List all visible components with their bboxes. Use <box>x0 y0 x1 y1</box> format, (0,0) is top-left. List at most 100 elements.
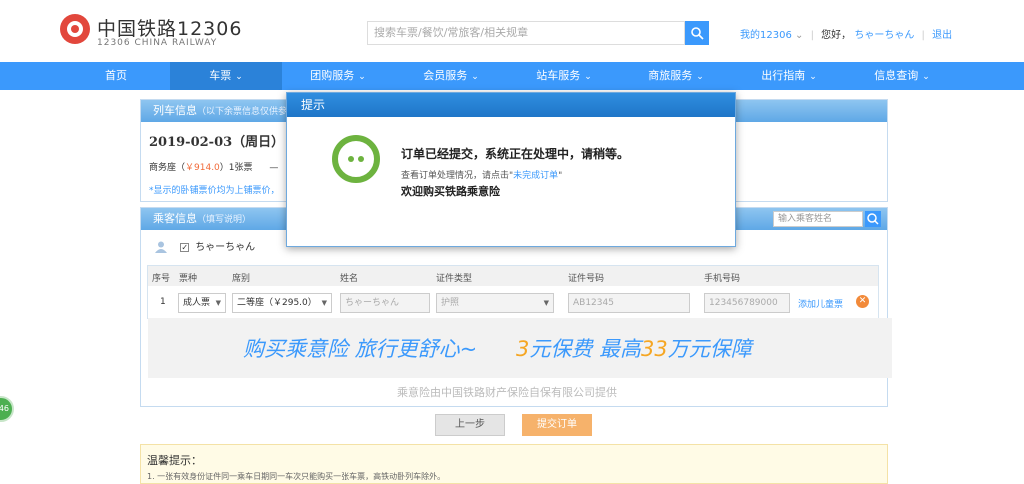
dropdown-arrow-icon: ▼ <box>215 299 221 307</box>
seat-label: 商务座（ <box>149 163 186 173</box>
nav-item-info[interactable]: 信息查询 ⌄ <box>846 62 958 90</box>
col-no: 序号 <box>152 274 171 284</box>
nav-item-guide[interactable]: 出行指南 ⌄ <box>733 62 845 90</box>
top-links: 我的12306 ⌄ | 您好， ちゃーちゃん | 退出 <box>740 26 952 41</box>
chevron-down-icon: ⌄ <box>471 72 479 82</box>
id-number-field[interactable]: AB12345 <box>568 293 690 313</box>
nav-item-group[interactable]: 团购服务 ⌄ <box>282 62 394 90</box>
tips-text: 1. 一张有效身份证件同一乘车日期同一车次只能购买一张车票，高铁动卧列车除外。 <box>147 472 446 481</box>
insurance-coverage-text: 万元保障 <box>667 337 752 361</box>
passenger-select: ✓ ちゃーちゃん <box>155 238 255 253</box>
unfinished-orders-link[interactable]: 未完成订单 <box>513 171 558 181</box>
insurance-premium-text: 元保费 最高 <box>529 337 642 361</box>
id-type-value: 护照 <box>441 298 460 308</box>
logo-subtitle: 12306 CHINA RAILWAY <box>97 38 218 48</box>
ticket-type-value: 成人票 <box>183 298 211 308</box>
chevron-down-icon: ⌄ <box>584 72 592 82</box>
chevron-down-icon: ⌄ <box>795 30 804 41</box>
insurance-premium: 3 <box>515 337 530 361</box>
nav-item-home[interactable]: 首页 <box>60 62 172 90</box>
loading-dot <box>348 156 354 162</box>
add-child-ticket-link[interactable]: 添加儿童票 <box>798 297 843 310</box>
row-number: 1 <box>160 297 166 307</box>
site-header: 中国铁路12306 12306 CHINA RAILWAY 搜索车票/餐饮/常旅… <box>0 0 1024 62</box>
nav-label: 站车服务 <box>536 69 581 82</box>
panel-title: 乘客信息 <box>153 212 197 225</box>
passenger-table: 序号 票种 席别 姓名 证件类型 证件号码 手机号码 1 成人票 ▼ 二等座（￥2… <box>147 265 892 378</box>
logout-link[interactable]: 退出 <box>932 30 952 41</box>
site-search-button[interactable] <box>685 21 709 45</box>
logo-title[interactable]: 中国铁路12306 <box>97 14 242 41</box>
col-name: 姓名 <box>340 274 359 284</box>
tips-title: 温馨提示： <box>147 454 202 467</box>
col-phone: 手机号码 <box>704 274 741 284</box>
nav-label: 出行指南 <box>761 69 806 82</box>
seat-type-value: 二等座（￥295.0） <box>237 298 317 308</box>
detail-prefix: 查看订单处理情况，请点击" <box>401 171 514 181</box>
nav-item-business[interactable]: 商旅服务 ⌄ <box>620 62 732 90</box>
dropdown-arrow-icon: ▼ <box>543 299 549 307</box>
insurance-banner[interactable]: 购买乘意险 旅行更舒心~ 3元保费 最高33万元保障 <box>148 318 892 378</box>
detail-suffix: " <box>558 171 563 181</box>
dialog-title: 提示 <box>287 93 735 117</box>
site-search-input[interactable]: 搜索车票/餐饮/常旅客/相关规章 <box>367 21 685 45</box>
chevron-down-icon: ⌄ <box>696 72 704 82</box>
user-icon <box>155 241 167 253</box>
fill-instructions-link[interactable]: （填写说明） <box>197 215 251 225</box>
table-header: 序号 票种 席别 姓名 证件类型 证件号码 手机号码 <box>148 266 878 286</box>
insurance-provider: 乘意险由中国铁路财产保险自保有限公司提供 <box>397 386 617 399</box>
table-row: 1 成人票 ▼ 二等座（￥295.0） ▼ ちゃーちゃん 护照 ▼ AB12345 1… <box>148 286 878 318</box>
nav-label: 会员服务 <box>423 69 468 82</box>
dropdown-arrow-icon: ▼ <box>321 299 327 307</box>
divider: | <box>810 30 814 41</box>
greeting-text: 您好， <box>821 30 852 41</box>
panel-title: 列车信息 <box>153 104 197 117</box>
nav-item-member[interactable]: 会员服务 ⌄ <box>395 62 507 90</box>
train-date: 2019-02-03（周日） G <box>149 135 300 150</box>
tips-panel: 温馨提示： 1. 一张有效身份证件同一乘车日期同一车次只能购买一张车票，高铁动卧… <box>140 444 888 484</box>
nav-label: 商旅服务 <box>648 69 693 82</box>
id-type-select[interactable]: 护照 ▼ <box>436 293 554 313</box>
insurance-headline: 购买乘意险 旅行更舒心~ 3元保费 最高33万元保障 <box>243 333 752 363</box>
passenger-search-button[interactable] <box>865 211 881 227</box>
nav-item-station[interactable]: 站车服务 ⌄ <box>508 62 620 90</box>
delete-passenger-icon[interactable]: ✕ <box>856 295 869 308</box>
insurance-slogan: 购买乘意险 旅行更舒心~ <box>243 337 478 361</box>
phone-field[interactable]: 123456789000 <box>704 293 790 313</box>
dialog-insurance-text: 欢迎购买铁路乘意险 <box>401 185 500 198</box>
chevron-down-icon: ⌄ <box>922 72 930 82</box>
main-nav: 首页 车票 ⌄ 团购服务 ⌄ 会员服务 ⌄ 站车服务 ⌄ 商旅服务 ⌄ 出行指南 ⌄ 信息查… <box>0 62 1024 90</box>
col-type: 票种 <box>179 274 198 284</box>
nav-item-tickets[interactable]: 车票 ⌄ <box>170 62 282 90</box>
divider: | <box>921 30 925 41</box>
passenger-checkbox[interactable]: ✓ <box>180 242 190 252</box>
dialog-detail: 查看订单处理情况，请点击"未完成订单" <box>401 168 562 181</box>
previous-step-button[interactable]: 上一步 <box>435 414 505 436</box>
nav-label: 团购服务 <box>310 69 355 82</box>
price-note: *显示的卧铺票价均为上铺票价， <box>149 186 280 196</box>
floating-badge[interactable]: 46 <box>0 396 14 422</box>
passenger-search-input[interactable]: 输入乘客姓名 <box>773 211 863 227</box>
railway-logo-icon[interactable] <box>60 14 90 44</box>
seat-price: ￥914.0 <box>185 163 220 173</box>
order-processing-dialog: 提示 订单已经提交，系统正在处理中，请稍等。 查看订单处理情况，请点击"未完成订… <box>286 92 736 247</box>
my-account-link[interactable]: 我的12306 <box>740 30 792 41</box>
col-id-no: 证件号码 <box>568 274 605 284</box>
seat-more: — <box>269 163 279 173</box>
seat-summary: 商务座（￥914.0）1张票 — <box>149 160 278 173</box>
username-link[interactable]: ちゃーちゃん <box>854 30 914 41</box>
col-seat: 席别 <box>232 274 251 284</box>
seat-type-select[interactable]: 二等座（￥295.0） ▼ <box>232 293 332 313</box>
ticket-type-select[interactable]: 成人票 ▼ <box>178 293 226 313</box>
seat-count: ）1张票 <box>219 163 253 173</box>
passenger-name-field[interactable]: ちゃーちゃん <box>340 293 430 313</box>
chevron-down-icon: ⌄ <box>235 72 243 82</box>
nav-label: 车票 <box>209 69 232 82</box>
chevron-down-icon: ⌄ <box>809 72 817 82</box>
insurance-coverage: 33 <box>641 337 668 361</box>
loading-dot <box>358 156 364 162</box>
search-icon <box>867 213 879 225</box>
col-id-type: 证件类型 <box>436 274 473 284</box>
passenger-name: ちゃーちゃん <box>195 242 256 253</box>
submit-order-button[interactable]: 提交订单 <box>522 414 592 436</box>
